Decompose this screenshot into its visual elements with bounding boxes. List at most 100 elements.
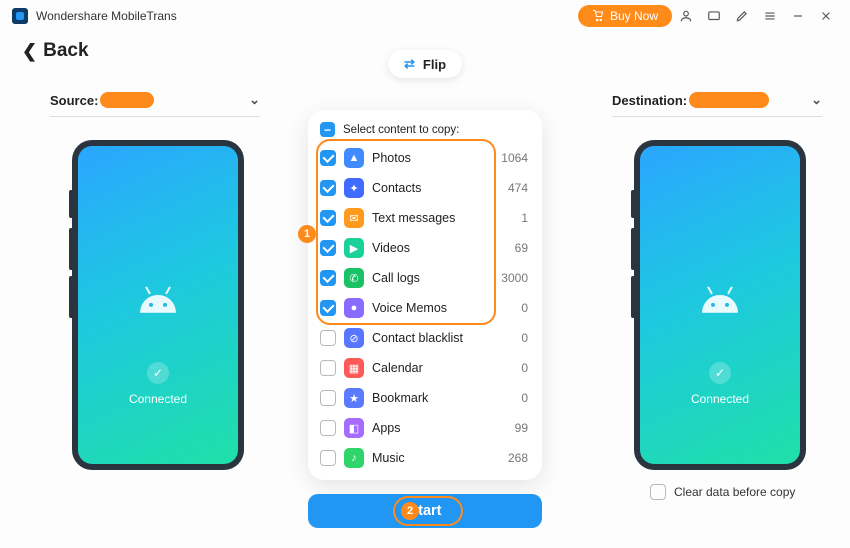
close-button[interactable] [812,2,840,30]
chevron-left-icon: ❮ [22,41,37,62]
category-icon: ✉ [344,208,364,228]
source-device-name-redacted [100,92,154,108]
clear-data-option[interactable]: Clear data before copy [650,484,795,500]
checkbox[interactable] [320,180,336,196]
content-row-bookmark[interactable]: ★Bookmark0 [320,383,534,413]
row-label: Calendar [372,361,423,375]
row-label: Apps [372,421,401,435]
content-list[interactable]: ▲Photos1064✦Contacts474✉Text messages1▶V… [320,143,538,472]
category-icon: ✆ [344,268,364,288]
category-icon: ▦ [344,358,364,378]
checkbox[interactable] [320,150,336,166]
clear-data-checkbox[interactable] [650,484,666,500]
destination-device-name-redacted [689,92,769,108]
checkbox[interactable] [320,210,336,226]
category-icon: ▲ [344,148,364,168]
flip-button[interactable]: ⇄ Flip [388,50,462,78]
checkbox[interactable] [320,270,336,286]
checkbox[interactable] [320,240,336,256]
destination-status: Connected [691,392,749,406]
menu-icon [763,9,777,23]
minimize-button[interactable] [784,2,812,30]
content-row-calendar[interactable]: ▦ Calendar 0 [320,353,534,383]
row-count: 268 [508,451,534,465]
buy-now-button[interactable]: Buy Now [578,5,672,27]
message-icon [707,9,721,23]
row-count: 69 [515,241,534,255]
source-label: Source: [50,93,98,108]
start-button[interactable]: Start [308,494,542,528]
content-row-photos[interactable]: ▲ Photos 1064 [320,143,534,173]
content-row-voice-memos[interactable]: ● Voice Memos 0 [320,293,534,323]
row-count: 99 [515,421,534,435]
message-button[interactable] [700,2,728,30]
annotation-badge-2: 2 [401,502,419,520]
buy-now-label: Buy Now [610,9,658,23]
category-icon: ▶ [344,238,364,258]
cart-icon [592,10,604,22]
content-row-videos[interactable]: ▶ Videos 69 [320,233,534,263]
pencil-icon [735,9,749,23]
destination-device-selector[interactable]: Destination: ⌄ [612,92,822,117]
row-label: Videos [372,241,410,255]
row-label: Contact blacklist [372,331,463,345]
row-count: 0 [521,361,534,375]
category-icon: ◧ [344,418,364,438]
category-icon: ♪ [344,448,364,468]
connected-check-icon: ✓ [147,362,169,384]
checkbox[interactable] [320,360,336,376]
checkbox[interactable] [320,390,336,406]
row-count: 0 [521,331,534,345]
content-row-call-logs[interactable]: ✆ Call logs 3000 [320,263,534,293]
select-all-checkbox[interactable] [320,122,335,137]
close-icon [819,9,833,23]
chevron-down-icon: ⌄ [249,92,260,108]
row-count: 474 [508,181,534,195]
category-icon: ★ [344,388,364,408]
row-label: Call logs [372,271,420,285]
back-label: Back [43,40,88,62]
title-bar: Wondershare MobileTrans Buy Now [0,0,850,32]
destination-phone: ✓ Connected [634,140,806,470]
category-icon: ✦ [344,178,364,198]
source-status: Connected [129,392,187,406]
row-count: 3000 [501,271,534,285]
category-icon: ⊘ [344,328,364,348]
content-row-contact-blacklist[interactable]: ⊘ Contact blacklist 0 [320,323,534,353]
row-label: Bookmark [372,391,428,405]
connected-check-icon: ✓ [709,362,731,384]
content-panel: Select content to copy: ▲ Photos 1064 ✦ Cont… [308,110,542,480]
checkbox[interactable] [320,420,336,436]
flip-label: Flip [423,57,446,72]
source-phone: ✓ Connected [72,140,244,470]
panel-header: Select content to copy: [343,124,459,136]
row-label: Music [372,451,405,465]
edit-button[interactable] [728,2,756,30]
clear-data-label: Clear data before copy [674,485,795,499]
row-count: 0 [521,301,534,315]
row-label: Contacts [372,181,421,195]
annotation-badge-1: 1 [298,225,316,243]
row-count: 1064 [501,151,534,165]
android-icon [698,285,742,313]
chevron-down-icon: ⌄ [811,92,822,108]
account-button[interactable] [672,2,700,30]
swap-icon: ⇄ [404,56,415,72]
back-button[interactable]: ❮ Back [22,40,89,62]
app-logo-icon [12,8,28,24]
content-row-apps[interactable]: ◧ Apps 99 [320,413,534,443]
content-row-music[interactable]: ♪ Music 268 [320,443,534,472]
content-row-text-messages[interactable]: ✉Text messages1 [320,203,534,233]
checkbox[interactable] [320,450,336,466]
source-device-selector[interactable]: Source: ⌄ [50,92,260,117]
row-label: Text messages [372,211,455,225]
checkbox[interactable] [320,300,336,316]
row-label: Voice Memos [372,301,447,315]
menu-button[interactable] [756,2,784,30]
app-title: Wondershare MobileTrans [36,9,177,23]
user-icon [679,9,693,23]
category-icon: ● [344,298,364,318]
row-label: Photos [372,151,411,165]
content-row-contacts[interactable]: ✦ Contacts 474 [320,173,534,203]
checkbox[interactable] [320,330,336,346]
